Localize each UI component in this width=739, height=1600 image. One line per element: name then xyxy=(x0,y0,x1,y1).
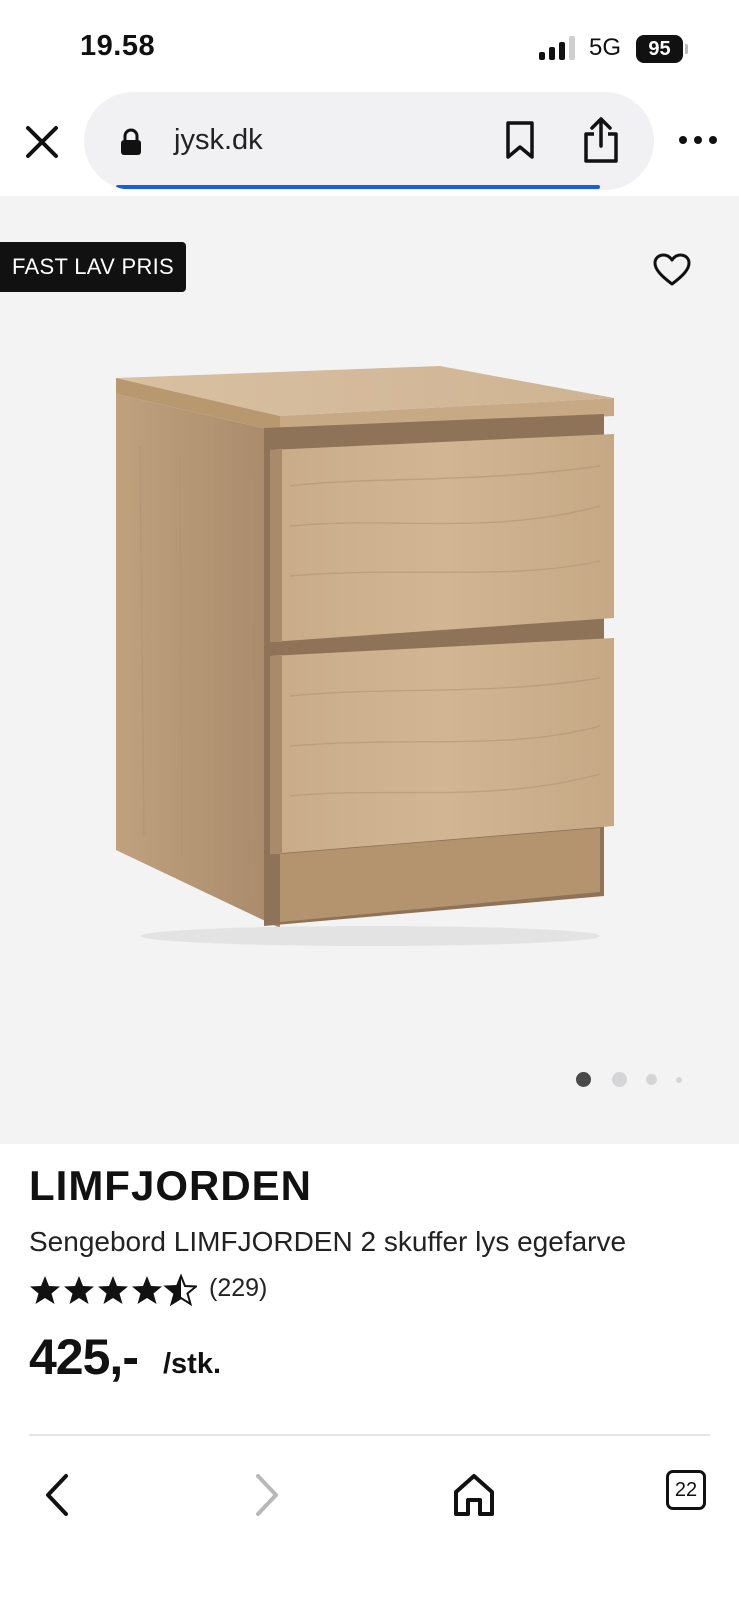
lock-icon xyxy=(120,128,142,156)
browser-toolbar: 22 xyxy=(0,1440,739,1600)
browser-address-bar: jysk.dk xyxy=(0,92,739,196)
bookmark-icon[interactable] xyxy=(502,120,538,160)
gallery-dot[interactable] xyxy=(646,1074,657,1085)
more-icon[interactable] xyxy=(676,128,720,152)
url-text: jysk.dk xyxy=(174,124,263,156)
product-gallery[interactable]: FAST LAV PRIS xyxy=(0,196,739,1144)
share-icon[interactable] xyxy=(580,116,622,164)
status-time: 19.58 xyxy=(80,30,156,62)
gallery-dot[interactable] xyxy=(676,1077,682,1083)
product-brand: LIMFJORDEN xyxy=(29,1162,312,1209)
back-icon[interactable] xyxy=(34,1470,84,1520)
tabs-icon[interactable]: 22 xyxy=(666,1470,706,1510)
gallery-dot-active[interactable] xyxy=(576,1072,591,1087)
rating-count: (229) xyxy=(209,1274,268,1302)
battery-level: 95 xyxy=(636,35,683,63)
product-image[interactable] xyxy=(110,366,630,966)
product-rating[interactable]: (229) xyxy=(29,1272,329,1308)
url-field[interactable]: jysk.dk xyxy=(84,92,654,190)
home-icon[interactable] xyxy=(449,1470,499,1520)
gallery-dot[interactable] xyxy=(612,1072,627,1087)
price-badge: FAST LAV PRIS xyxy=(0,242,187,292)
battery-icon: 95 xyxy=(636,35,688,63)
forward-icon[interactable] xyxy=(240,1470,290,1520)
heart-icon[interactable] xyxy=(652,252,692,288)
price-unit: /stk. xyxy=(163,1348,222,1380)
product-price: 425,- xyxy=(29,1329,139,1385)
page-load-progress xyxy=(116,185,600,189)
status-bar: 19.58 5G 95 xyxy=(0,0,739,92)
product-info: LIMFJORDEN Sengebord LIMFJORDEN 2 skuffe… xyxy=(0,1144,739,1436)
close-icon[interactable] xyxy=(22,122,62,162)
cellular-signal-icon xyxy=(539,36,579,60)
gallery-pagination[interactable] xyxy=(576,1070,696,1090)
divider xyxy=(29,1434,710,1436)
product-description: Sengebord LIMFJORDEN 2 skuffer lys egefa… xyxy=(29,1226,627,1257)
rating-stars-icon xyxy=(30,1275,197,1305)
network-type: 5G xyxy=(589,34,622,61)
